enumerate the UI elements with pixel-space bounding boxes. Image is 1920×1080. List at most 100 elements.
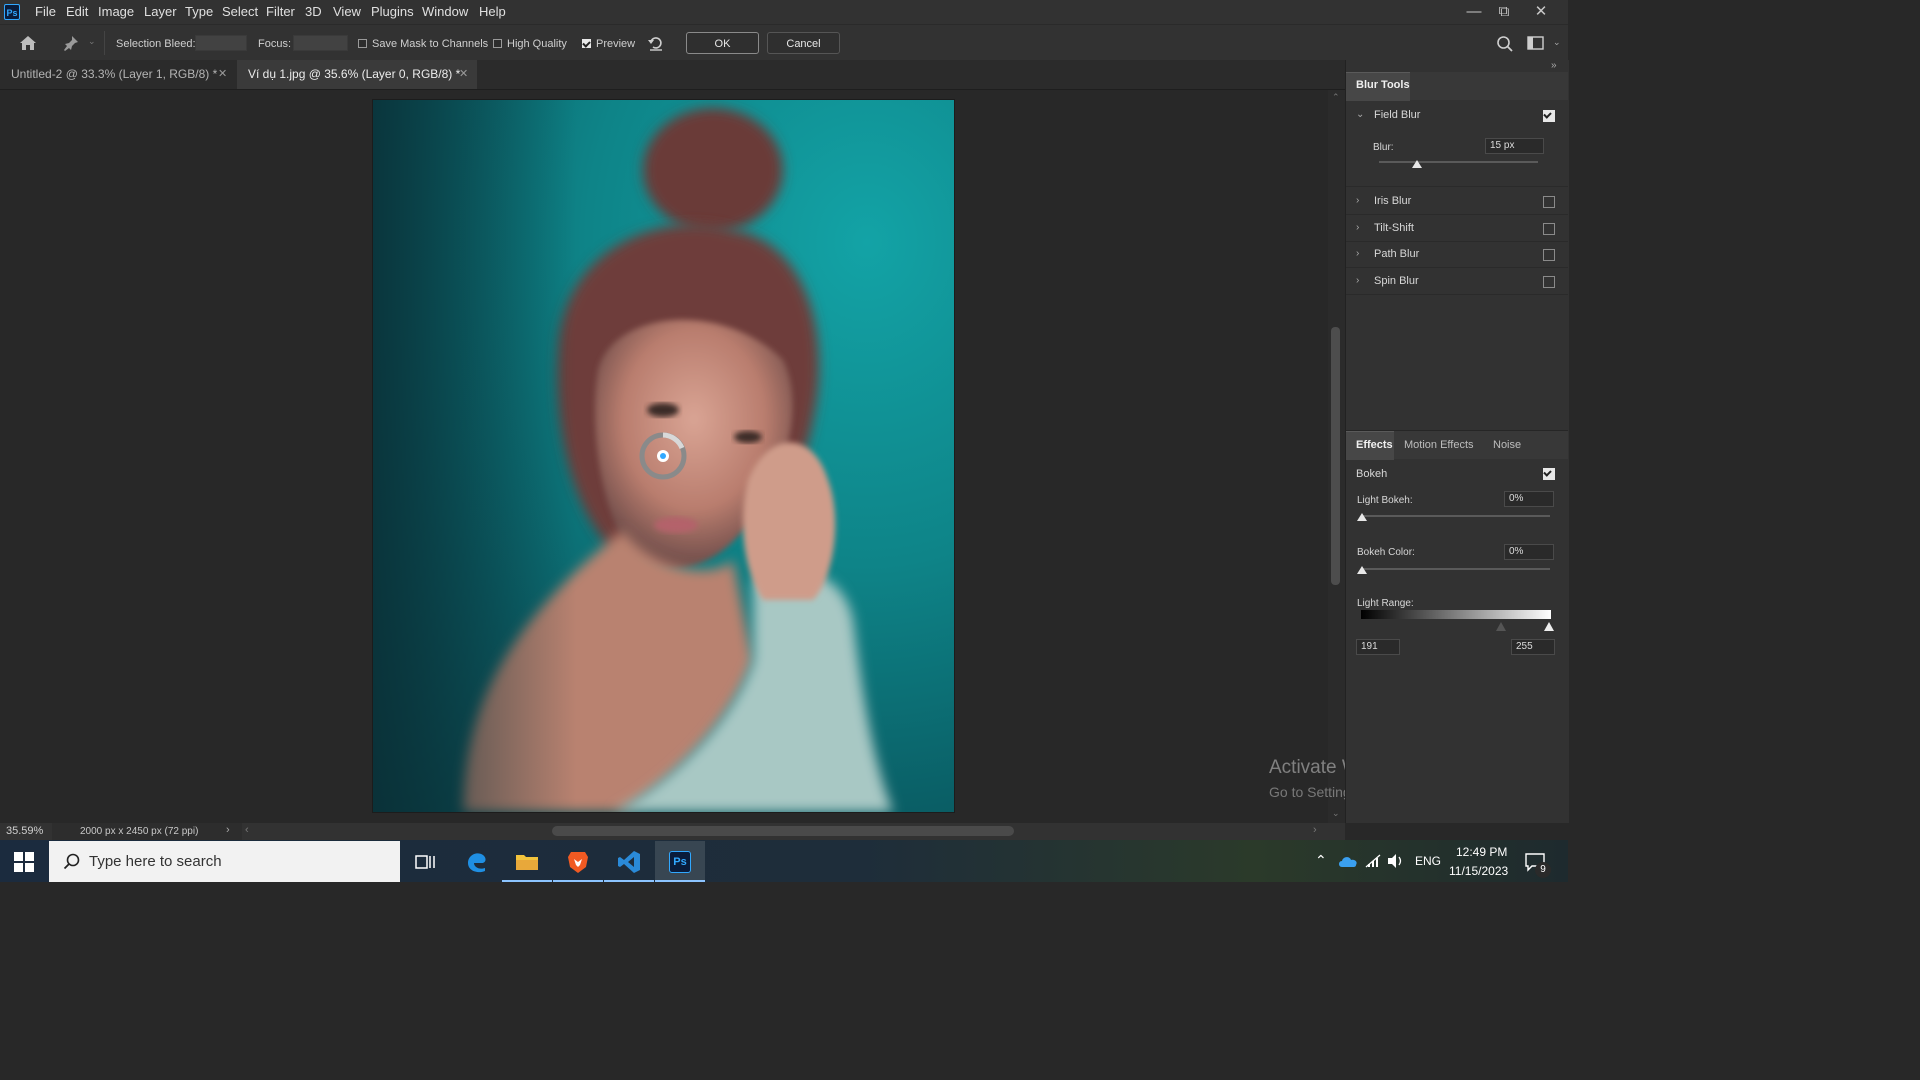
pin-tool-icon[interactable] — [62, 34, 80, 52]
menu-view[interactable]: View — [333, 4, 361, 19]
onedrive-icon[interactable] — [1338, 854, 1358, 868]
spin-blur-label[interactable]: Spin Blur — [1374, 275, 1419, 287]
scroll-right-icon[interactable]: › — [1313, 824, 1317, 836]
document-image[interactable] — [373, 100, 954, 812]
options-bar: ⌄ Selection Bleed: Focus: Save Mask to C… — [0, 24, 1568, 61]
field-blur-checkbox[interactable] — [1543, 110, 1555, 122]
tab-effects[interactable]: Effects — [1356, 439, 1393, 451]
light-range-gradient[interactable] — [1361, 610, 1551, 619]
light-bokeh-field[interactable]: 0% — [1504, 491, 1554, 507]
scroll-left-icon[interactable]: ‹ — [245, 824, 249, 836]
save-mask-checkbox[interactable] — [358, 39, 367, 48]
clock-date[interactable]: 11/15/2023 — [1449, 864, 1508, 878]
bokeh-color-slider-track[interactable] — [1362, 568, 1550, 570]
search-placeholder: Type here to search — [89, 853, 222, 870]
light-bokeh-slider-thumb[interactable] — [1357, 513, 1367, 521]
light-range-low-field[interactable]: 191 — [1356, 639, 1400, 655]
photoshop-logo-icon[interactable]: Ps — [4, 4, 20, 20]
selection-bleed-field[interactable] — [195, 35, 247, 51]
iris-blur-label[interactable]: Iris Blur — [1374, 195, 1411, 207]
ok-button[interactable]: OK — [686, 32, 759, 54]
iris-blur-expand-icon[interactable]: › — [1356, 195, 1359, 206]
path-blur-expand-icon[interactable]: › — [1356, 248, 1359, 259]
menu-image[interactable]: Image — [98, 4, 134, 19]
zoom-level[interactable]: 35.59% — [6, 825, 43, 837]
field-blur-expand-icon[interactable]: ⌄ — [1356, 109, 1364, 120]
edge-browser-icon[interactable] — [452, 841, 502, 882]
blur-tools-header: Blur Tools — [1346, 72, 1568, 101]
cancel-button[interactable]: Cancel — [767, 32, 840, 54]
tilt-shift-checkbox[interactable] — [1543, 223, 1555, 235]
bokeh-color-slider-thumb[interactable] — [1357, 566, 1367, 574]
tab-close-icon[interactable]: ✕ — [218, 60, 227, 89]
tool-preset-chevron-icon[interactable]: ⌄ — [88, 36, 96, 47]
bokeh-color-field[interactable]: 0% — [1504, 544, 1554, 560]
bokeh-checkbox[interactable] — [1543, 468, 1555, 480]
light-bokeh-slider-track[interactable] — [1362, 515, 1550, 517]
menu-file[interactable]: File — [35, 4, 56, 19]
menu-help[interactable]: Help — [479, 4, 506, 19]
vertical-scrollbar[interactable]: ⌃ ⌄ — [1328, 90, 1345, 823]
file-explorer-icon[interactable] — [502, 841, 552, 882]
blur-pin-handle[interactable] — [638, 431, 688, 481]
close-window-icon[interactable]: ✕ — [1526, 2, 1556, 22]
menu-layer[interactable]: Layer — [144, 4, 177, 19]
tilt-shift-label[interactable]: Tilt-Shift — [1374, 222, 1414, 234]
show-hidden-icons-icon[interactable]: ⌃ — [1315, 852, 1327, 869]
search-icon[interactable] — [1496, 35, 1514, 53]
menu-edit[interactable]: Edit — [66, 4, 88, 19]
light-range-high-field[interactable]: 255 — [1511, 639, 1555, 655]
tab-noise[interactable]: Noise — [1493, 439, 1521, 451]
menu-plugins[interactable]: Plugins — [371, 4, 414, 19]
spin-blur-checkbox[interactable] — [1543, 276, 1555, 288]
iris-blur-checkbox[interactable] — [1543, 196, 1555, 208]
scrollbar-thumb[interactable] — [1331, 327, 1340, 585]
tab-motion-effects[interactable]: Motion Effects — [1404, 439, 1474, 451]
light-range-low-thumb[interactable] — [1496, 622, 1506, 631]
task-view-icon[interactable] — [400, 841, 450, 882]
tilt-shift-expand-icon[interactable]: › — [1356, 222, 1359, 233]
minimize-icon[interactable]: — — [1459, 2, 1489, 22]
clock-time[interactable]: 12:49 PM — [1456, 845, 1507, 859]
high-quality-checkbox[interactable] — [493, 39, 502, 48]
menu-filter[interactable]: Filter — [266, 4, 295, 19]
focus-field[interactable] — [293, 35, 348, 51]
spin-blur-expand-icon[interactable]: › — [1356, 275, 1359, 286]
brave-browser-icon[interactable] — [553, 841, 603, 882]
home-icon[interactable] — [18, 34, 38, 52]
doc-info-menu-icon[interactable]: › — [226, 824, 230, 836]
scroll-up-icon[interactable]: ⌃ — [1332, 92, 1340, 103]
tab-vi-du-1[interactable]: Ví dụ 1.jpg @ 35.6% (Layer 0, RGB/8) * ✕ — [237, 60, 477, 89]
tab-untitled-2[interactable]: Untitled-2 @ 33.3% (Layer 1, RGB/8) * ✕ — [0, 60, 236, 89]
preview-checkbox[interactable] — [582, 39, 591, 48]
photoshop-taskbar-icon[interactable]: Ps — [655, 841, 705, 882]
workspace-chevron-icon[interactable]: ⌄ — [1553, 37, 1561, 48]
path-blur-checkbox[interactable] — [1543, 249, 1555, 261]
workspace-icon[interactable] — [1527, 36, 1544, 51]
reset-icon[interactable] — [647, 34, 665, 52]
vscode-icon[interactable] — [604, 841, 654, 882]
scroll-down-icon[interactable]: ⌄ — [1332, 808, 1340, 819]
blur-slider-thumb[interactable] — [1412, 160, 1423, 168]
menu-3d[interactable]: 3D — [305, 4, 322, 19]
volume-icon[interactable] — [1387, 853, 1405, 869]
effects-tab-bar: Effects Motion Effects Noise — [1346, 430, 1568, 460]
blur-slider-track[interactable] — [1379, 161, 1538, 163]
restore-icon[interactable]: ⧉ — [1489, 2, 1519, 22]
language-indicator[interactable]: ENG — [1415, 854, 1441, 868]
document-tabs: Untitled-2 @ 33.3% (Layer 1, RGB/8) * ✕ … — [0, 60, 1345, 90]
taskbar-search-box[interactable]: Type here to search — [49, 841, 400, 882]
menu-select[interactable]: Select — [222, 4, 258, 19]
blur-amount-field[interactable]: 15 px — [1485, 138, 1544, 154]
horizontal-scrollbar-thumb[interactable] — [552, 826, 1014, 836]
network-icon[interactable] — [1364, 853, 1382, 869]
menu-bar: Ps File Edit Image Layer Type Select Fil… — [0, 0, 1568, 24]
field-blur-label[interactable]: Field Blur — [1374, 109, 1420, 121]
windows-start-icon[interactable] — [14, 852, 34, 872]
path-blur-label[interactable]: Path Blur — [1374, 248, 1419, 260]
tab-close-icon[interactable]: ✕ — [459, 60, 468, 89]
light-range-high-thumb[interactable] — [1544, 622, 1554, 631]
menu-type[interactable]: Type — [185, 4, 213, 19]
collapse-panel-icon[interactable]: » — [1551, 60, 1557, 71]
menu-window[interactable]: Window — [422, 4, 468, 19]
